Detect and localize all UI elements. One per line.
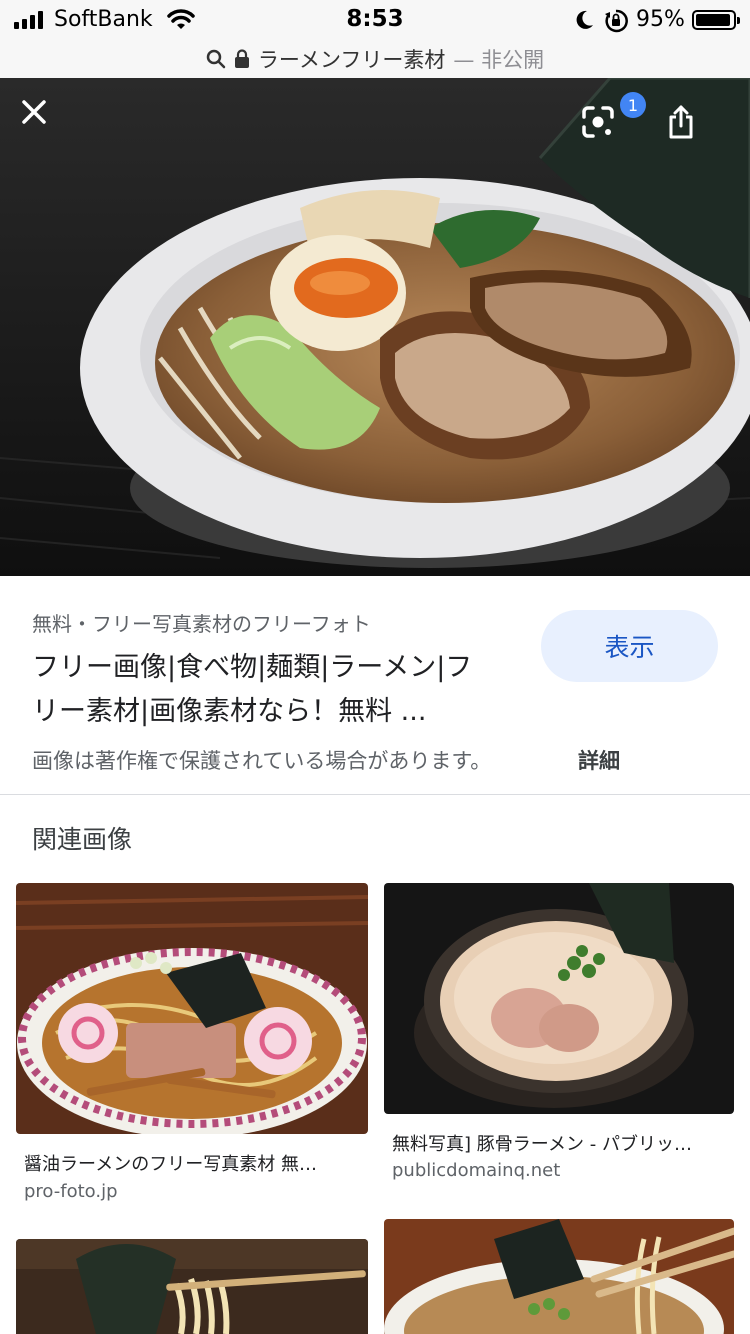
related-image-2[interactable] [384, 883, 734, 1114]
battery-percent: 95% [636, 7, 685, 32]
lock-icon [234, 49, 249, 68]
url-title: ラーメンフリー素材 [257, 48, 446, 72]
related-images-heading: 関連画像 [32, 825, 133, 854]
image-title-line-1: フリー画像|食べ物|麺類|ラーメン|フ [32, 652, 473, 683]
related-domain-2: publicdomainq.net [392, 1160, 561, 1181]
related-domain-1: pro-foto.jp [24, 1181, 118, 1202]
divider [0, 794, 750, 795]
share-icon [669, 105, 693, 139]
lens-icon [582, 106, 614, 138]
search-icon [206, 49, 226, 69]
lens-count-badge: 1 [620, 92, 646, 118]
copyright-notice: 画像は著作権で保護されている場合があります。 [32, 749, 492, 773]
battery-fill [696, 14, 730, 26]
close-button[interactable] [20, 98, 72, 150]
related-title-2[interactable]: 無料写真] 豚骨ラーメン - パブリッ… [392, 1130, 722, 1156]
image-source: 無料・フリー写真素材のフリーフォト [32, 612, 371, 636]
ramen-main-image[interactable]: 1 [0, 78, 750, 576]
visit-button[interactable]: 表示 [541, 610, 718, 682]
related-image-4[interactable] [384, 1219, 734, 1334]
noodle-lift-illustration [16, 1239, 368, 1334]
status-bar: SoftBank 8:53 95% [0, 0, 750, 40]
url-private-label: — 非公開 [453, 48, 545, 72]
related-image-1[interactable] [16, 883, 368, 1134]
tonkotsu-ramen-illustration [384, 883, 734, 1114]
url-bar[interactable]: ラーメンフリー素材 — 非公開 [0, 40, 750, 78]
shoyu-ramen-illustration [16, 883, 368, 1134]
close-icon [22, 100, 46, 124]
related-image-3[interactable] [16, 1239, 368, 1334]
share-button[interactable] [666, 104, 718, 156]
related-title-1[interactable]: 醤油ラーメンのフリー写真素材 無… [24, 1150, 354, 1176]
ramen-bowl-illustration [0, 78, 750, 576]
image-title[interactable]: フリー画像|食べ物|麺類|ラーメン|フ リー素材|画像素材なら！無料 ... [32, 646, 512, 734]
details-link[interactable]: 詳細 [578, 745, 620, 775]
ramen-chopsticks-illustration [384, 1219, 734, 1334]
image-title-line-2: リー素材|画像素材なら！無料 ... [32, 696, 427, 727]
rotation-lock-icon [605, 9, 628, 33]
battery-icon [692, 10, 740, 30]
moon-icon [576, 10, 593, 29]
